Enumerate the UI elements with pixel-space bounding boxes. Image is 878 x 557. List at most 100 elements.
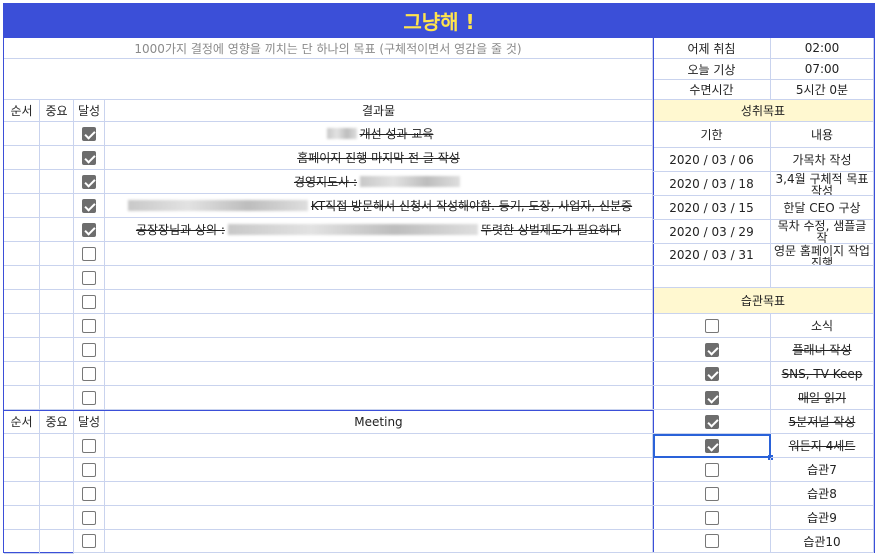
- habit-label-cell[interactable]: 플래너 작성: [771, 338, 874, 362]
- habit-check-cell[interactable]: [653, 338, 771, 362]
- habit-check-cell[interactable]: [653, 362, 771, 386]
- result-text-cell[interactable]: 개선 성과 교육: [105, 122, 653, 146]
- achievement-content[interactable]: 한달 CEO 구상: [771, 196, 874, 220]
- col-results[interactable]: 결과물: [105, 100, 653, 122]
- result-text-cell[interactable]: [105, 266, 653, 290]
- result-done-cell[interactable]: [74, 242, 105, 266]
- result-importance-cell[interactable]: [40, 338, 74, 362]
- result-text-cell[interactable]: [105, 338, 653, 362]
- sleep-duration-value[interactable]: 5시간 0분: [771, 80, 874, 100]
- result-order-cell[interactable]: [4, 194, 40, 218]
- meeting-order-cell[interactable]: [4, 434, 40, 458]
- achievement-deadline[interactable]: 2020 / 03 / 29: [653, 220, 771, 244]
- habit-checkbox[interactable]: [704, 414, 719, 429]
- sleep-value[interactable]: 02:00: [771, 38, 874, 59]
- meeting-done-cell[interactable]: [74, 458, 105, 482]
- result-done-checkbox[interactable]: [82, 222, 96, 237]
- result-order-cell[interactable]: [4, 314, 40, 338]
- result-importance-cell[interactable]: [40, 170, 74, 194]
- result-done-checkbox[interactable]: [82, 342, 96, 357]
- meeting-order-cell[interactable]: [4, 506, 40, 530]
- result-done-checkbox[interactable]: [82, 390, 96, 405]
- result-done-cell[interactable]: [74, 266, 105, 290]
- result-importance-cell[interactable]: [40, 146, 74, 170]
- result-order-cell[interactable]: [4, 242, 40, 266]
- habit-checkbox[interactable]: [704, 366, 719, 381]
- sleep-duration-label[interactable]: 수면시간: [653, 80, 771, 100]
- meeting-text-cell[interactable]: [105, 506, 653, 530]
- result-done-cell[interactable]: [74, 218, 105, 242]
- habit-checkbox[interactable]: [704, 462, 719, 477]
- result-order-cell[interactable]: [4, 146, 40, 170]
- meeting-importance-cell[interactable]: [40, 530, 74, 554]
- result-importance-cell[interactable]: [40, 386, 74, 410]
- result-done-cell[interactable]: [74, 362, 105, 386]
- wake-label[interactable]: 오늘 기상: [653, 59, 771, 80]
- result-order-cell[interactable]: [4, 218, 40, 242]
- habit-check-cell[interactable]: [653, 314, 771, 338]
- result-order-cell[interactable]: [4, 266, 40, 290]
- meeting-done-checkbox[interactable]: [82, 510, 96, 525]
- result-importance-cell[interactable]: [40, 290, 74, 314]
- habit-label-cell[interactable]: 습관9: [771, 506, 874, 530]
- result-done-cell[interactable]: [74, 386, 105, 410]
- result-done-cell[interactable]: [74, 146, 105, 170]
- achievement-deadline[interactable]: 2020 / 03 / 18: [653, 172, 771, 196]
- achievement-empty-cell[interactable]: [653, 264, 771, 288]
- achievement-content[interactable]: 가목차 작성: [771, 148, 874, 172]
- meeting-text-cell[interactable]: [105, 530, 653, 553]
- sheet-title[interactable]: 그냥해 !: [3, 3, 875, 37]
- habit-label-cell[interactable]: 워든지 4세트: [771, 434, 874, 458]
- goal-prompt[interactable]: 1000가지 결정에 영향을 끼치는 단 하나의 목표 (구체적이면서 영감을 …: [4, 38, 653, 59]
- habit-title[interactable]: 습관목표: [653, 288, 874, 314]
- meeting-text-cell[interactable]: [105, 434, 653, 458]
- meeting-order-cell[interactable]: [4, 482, 40, 506]
- result-done-checkbox[interactable]: [82, 150, 96, 165]
- habit-check-cell[interactable]: [653, 506, 771, 530]
- result-text-cell[interactable]: [105, 362, 653, 386]
- result-done-cell[interactable]: [74, 122, 105, 146]
- achievement-content[interactable]: 영문 홈페이지 작업 진행: [771, 244, 874, 266]
- meeting-done-checkbox[interactable]: [82, 462, 96, 477]
- meeting-col-importance[interactable]: 중요: [40, 410, 74, 434]
- meeting-col-order[interactable]: 순서: [4, 410, 40, 434]
- result-text-cell[interactable]: 홈페이지 진행 마지막 전 글 작성: [105, 146, 653, 170]
- meeting-title[interactable]: Meeting: [105, 410, 653, 434]
- result-text-cell[interactable]: [105, 386, 653, 410]
- result-text-cell[interactable]: [105, 290, 653, 314]
- col-content[interactable]: 내용: [771, 122, 874, 148]
- habit-label-cell[interactable]: 습관10: [771, 530, 874, 553]
- habit-label-cell[interactable]: 습관7: [771, 458, 874, 482]
- col-importance[interactable]: 중요: [40, 100, 74, 122]
- meeting-done-cell[interactable]: [74, 482, 105, 506]
- habit-label-cell[interactable]: 습관8: [771, 482, 874, 506]
- meeting-importance-cell[interactable]: [40, 458, 74, 482]
- habit-check-cell[interactable]: [653, 530, 771, 553]
- habit-check-cell[interactable]: [653, 458, 771, 482]
- result-order-cell[interactable]: [4, 362, 40, 386]
- result-done-checkbox[interactable]: [82, 270, 96, 285]
- meeting-importance-cell[interactable]: [40, 482, 74, 506]
- habit-checkbox[interactable]: [704, 438, 719, 453]
- result-done-checkbox[interactable]: [82, 126, 96, 141]
- meeting-order-cell[interactable]: [4, 458, 40, 482]
- result-done-checkbox[interactable]: [82, 294, 96, 309]
- result-done-cell[interactable]: [74, 314, 105, 338]
- result-done-checkbox[interactable]: [82, 366, 96, 381]
- habit-checkbox[interactable]: [704, 318, 719, 333]
- achievement-deadline[interactable]: 2020 / 03 / 31: [653, 244, 771, 266]
- result-importance-cell[interactable]: [40, 122, 74, 146]
- result-text-cell[interactable]: 경영지도사 :: [105, 170, 653, 194]
- achievement-empty-cell[interactable]: [771, 264, 874, 288]
- result-order-cell[interactable]: [4, 386, 40, 410]
- meeting-done-cell[interactable]: [74, 506, 105, 530]
- meeting-col-done[interactable]: 달성: [74, 410, 105, 434]
- meeting-order-cell[interactable]: [4, 530, 40, 554]
- result-importance-cell[interactable]: [40, 218, 74, 242]
- meeting-done-checkbox[interactable]: [82, 438, 96, 453]
- meeting-done-checkbox[interactable]: [82, 534, 96, 548]
- meeting-done-cell[interactable]: [74, 530, 105, 553]
- result-done-checkbox[interactable]: [82, 198, 96, 213]
- habit-checkbox[interactable]: [704, 342, 719, 357]
- meeting-importance-cell[interactable]: [40, 506, 74, 530]
